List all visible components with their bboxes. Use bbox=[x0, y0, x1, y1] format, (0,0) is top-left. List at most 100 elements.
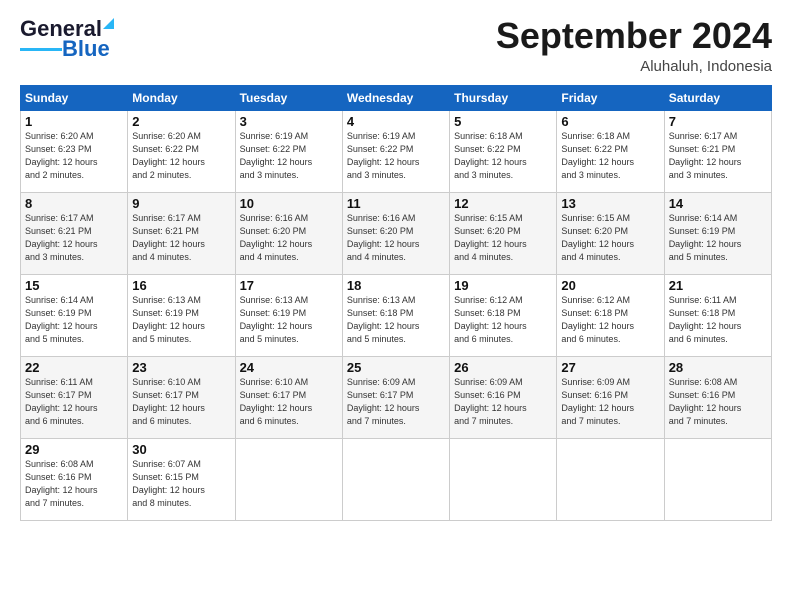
day-number: 24 bbox=[240, 360, 338, 375]
table-row: 6Sunrise: 6:18 AM Sunset: 6:22 PM Daylig… bbox=[557, 110, 664, 192]
day-info: Sunrise: 6:08 AM Sunset: 6:16 PM Dayligh… bbox=[25, 458, 123, 510]
day-number: 28 bbox=[669, 360, 767, 375]
table-row: 14Sunrise: 6:14 AM Sunset: 6:19 PM Dayli… bbox=[664, 192, 771, 274]
table-row: 16Sunrise: 6:13 AM Sunset: 6:19 PM Dayli… bbox=[128, 274, 235, 356]
day-info: Sunrise: 6:15 AM Sunset: 6:20 PM Dayligh… bbox=[561, 212, 659, 264]
table-row: 8Sunrise: 6:17 AM Sunset: 6:21 PM Daylig… bbox=[21, 192, 128, 274]
day-info: Sunrise: 6:10 AM Sunset: 6:17 PM Dayligh… bbox=[132, 376, 230, 428]
day-number: 19 bbox=[454, 278, 552, 293]
day-number: 4 bbox=[347, 114, 445, 129]
day-number: 9 bbox=[132, 196, 230, 211]
day-number: 2 bbox=[132, 114, 230, 129]
day-info: Sunrise: 6:17 AM Sunset: 6:21 PM Dayligh… bbox=[25, 212, 123, 264]
day-info: Sunrise: 6:12 AM Sunset: 6:18 PM Dayligh… bbox=[454, 294, 552, 346]
table-row: 13Sunrise: 6:15 AM Sunset: 6:20 PM Dayli… bbox=[557, 192, 664, 274]
table-row bbox=[235, 438, 342, 520]
day-number: 17 bbox=[240, 278, 338, 293]
day-info: Sunrise: 6:20 AM Sunset: 6:22 PM Dayligh… bbox=[132, 130, 230, 182]
day-number: 5 bbox=[454, 114, 552, 129]
table-row: 5Sunrise: 6:18 AM Sunset: 6:22 PM Daylig… bbox=[450, 110, 557, 192]
logo: General Blue bbox=[20, 16, 114, 62]
table-row: 27Sunrise: 6:09 AM Sunset: 6:16 PM Dayli… bbox=[557, 356, 664, 438]
table-row: 17Sunrise: 6:13 AM Sunset: 6:19 PM Dayli… bbox=[235, 274, 342, 356]
day-info: Sunrise: 6:16 AM Sunset: 6:20 PM Dayligh… bbox=[240, 212, 338, 264]
table-row: 20Sunrise: 6:12 AM Sunset: 6:18 PM Dayli… bbox=[557, 274, 664, 356]
table-row: 10Sunrise: 6:16 AM Sunset: 6:20 PM Dayli… bbox=[235, 192, 342, 274]
day-info: Sunrise: 6:18 AM Sunset: 6:22 PM Dayligh… bbox=[561, 130, 659, 182]
day-number: 20 bbox=[561, 278, 659, 293]
table-row: 19Sunrise: 6:12 AM Sunset: 6:18 PM Dayli… bbox=[450, 274, 557, 356]
day-number: 14 bbox=[669, 196, 767, 211]
day-info: Sunrise: 6:14 AM Sunset: 6:19 PM Dayligh… bbox=[669, 212, 767, 264]
day-number: 7 bbox=[669, 114, 767, 129]
table-row: 4Sunrise: 6:19 AM Sunset: 6:22 PM Daylig… bbox=[342, 110, 449, 192]
day-info: Sunrise: 6:08 AM Sunset: 6:16 PM Dayligh… bbox=[669, 376, 767, 428]
table-row: 1Sunrise: 6:20 AM Sunset: 6:23 PM Daylig… bbox=[21, 110, 128, 192]
table-row bbox=[664, 438, 771, 520]
day-info: Sunrise: 6:19 AM Sunset: 6:22 PM Dayligh… bbox=[240, 130, 338, 182]
calendar-row-3: 15Sunrise: 6:14 AM Sunset: 6:19 PM Dayli… bbox=[21, 274, 772, 356]
table-row bbox=[557, 438, 664, 520]
table-row: 24Sunrise: 6:10 AM Sunset: 6:17 PM Dayli… bbox=[235, 356, 342, 438]
col-sunday: Sunday bbox=[21, 85, 128, 110]
day-number: 3 bbox=[240, 114, 338, 129]
calendar-table: Sunday Monday Tuesday Wednesday Thursday… bbox=[20, 85, 772, 521]
location: Aluhaluh, Indonesia bbox=[496, 58, 772, 75]
calendar-row-4: 22Sunrise: 6:11 AM Sunset: 6:17 PM Dayli… bbox=[21, 356, 772, 438]
day-number: 13 bbox=[561, 196, 659, 211]
day-number: 16 bbox=[132, 278, 230, 293]
col-saturday: Saturday bbox=[664, 85, 771, 110]
col-friday: Friday bbox=[557, 85, 664, 110]
day-info: Sunrise: 6:09 AM Sunset: 6:16 PM Dayligh… bbox=[561, 376, 659, 428]
day-info: Sunrise: 6:10 AM Sunset: 6:17 PM Dayligh… bbox=[240, 376, 338, 428]
day-number: 11 bbox=[347, 196, 445, 211]
page-header: General Blue September 2024 Aluhaluh, In… bbox=[20, 16, 772, 75]
table-row: 9Sunrise: 6:17 AM Sunset: 6:21 PM Daylig… bbox=[128, 192, 235, 274]
table-row: 15Sunrise: 6:14 AM Sunset: 6:19 PM Dayli… bbox=[21, 274, 128, 356]
day-number: 15 bbox=[25, 278, 123, 293]
table-row: 23Sunrise: 6:10 AM Sunset: 6:17 PM Dayli… bbox=[128, 356, 235, 438]
day-number: 6 bbox=[561, 114, 659, 129]
col-tuesday: Tuesday bbox=[235, 85, 342, 110]
table-row: 28Sunrise: 6:08 AM Sunset: 6:16 PM Dayli… bbox=[664, 356, 771, 438]
day-info: Sunrise: 6:09 AM Sunset: 6:17 PM Dayligh… bbox=[347, 376, 445, 428]
table-row: 22Sunrise: 6:11 AM Sunset: 6:17 PM Dayli… bbox=[21, 356, 128, 438]
day-number: 26 bbox=[454, 360, 552, 375]
day-info: Sunrise: 6:12 AM Sunset: 6:18 PM Dayligh… bbox=[561, 294, 659, 346]
day-info: Sunrise: 6:13 AM Sunset: 6:19 PM Dayligh… bbox=[132, 294, 230, 346]
day-number: 12 bbox=[454, 196, 552, 211]
calendar-row-1: 1Sunrise: 6:20 AM Sunset: 6:23 PM Daylig… bbox=[21, 110, 772, 192]
col-wednesday: Wednesday bbox=[342, 85, 449, 110]
day-info: Sunrise: 6:19 AM Sunset: 6:22 PM Dayligh… bbox=[347, 130, 445, 182]
day-number: 30 bbox=[132, 442, 230, 457]
day-info: Sunrise: 6:07 AM Sunset: 6:15 PM Dayligh… bbox=[132, 458, 230, 510]
day-number: 23 bbox=[132, 360, 230, 375]
table-row: 3Sunrise: 6:19 AM Sunset: 6:22 PM Daylig… bbox=[235, 110, 342, 192]
day-info: Sunrise: 6:17 AM Sunset: 6:21 PM Dayligh… bbox=[669, 130, 767, 182]
day-number: 8 bbox=[25, 196, 123, 211]
table-row: 26Sunrise: 6:09 AM Sunset: 6:16 PM Dayli… bbox=[450, 356, 557, 438]
table-row bbox=[450, 438, 557, 520]
day-info: Sunrise: 6:18 AM Sunset: 6:22 PM Dayligh… bbox=[454, 130, 552, 182]
day-info: Sunrise: 6:16 AM Sunset: 6:20 PM Dayligh… bbox=[347, 212, 445, 264]
title-block: September 2024 Aluhaluh, Indonesia bbox=[496, 16, 772, 75]
day-number: 21 bbox=[669, 278, 767, 293]
table-row: 21Sunrise: 6:11 AM Sunset: 6:18 PM Dayli… bbox=[664, 274, 771, 356]
table-row: 30Sunrise: 6:07 AM Sunset: 6:15 PM Dayli… bbox=[128, 438, 235, 520]
day-number: 25 bbox=[347, 360, 445, 375]
table-row: 29Sunrise: 6:08 AM Sunset: 6:16 PM Dayli… bbox=[21, 438, 128, 520]
day-number: 22 bbox=[25, 360, 123, 375]
day-number: 1 bbox=[25, 114, 123, 129]
day-info: Sunrise: 6:20 AM Sunset: 6:23 PM Dayligh… bbox=[25, 130, 123, 182]
day-number: 10 bbox=[240, 196, 338, 211]
day-number: 29 bbox=[25, 442, 123, 457]
table-row: 18Sunrise: 6:13 AM Sunset: 6:18 PM Dayli… bbox=[342, 274, 449, 356]
col-monday: Monday bbox=[128, 85, 235, 110]
day-info: Sunrise: 6:15 AM Sunset: 6:20 PM Dayligh… bbox=[454, 212, 552, 264]
day-info: Sunrise: 6:11 AM Sunset: 6:18 PM Dayligh… bbox=[669, 294, 767, 346]
logo-blue: Blue bbox=[62, 36, 110, 62]
day-info: Sunrise: 6:13 AM Sunset: 6:19 PM Dayligh… bbox=[240, 294, 338, 346]
day-info: Sunrise: 6:13 AM Sunset: 6:18 PM Dayligh… bbox=[347, 294, 445, 346]
day-info: Sunrise: 6:17 AM Sunset: 6:21 PM Dayligh… bbox=[132, 212, 230, 264]
day-number: 18 bbox=[347, 278, 445, 293]
